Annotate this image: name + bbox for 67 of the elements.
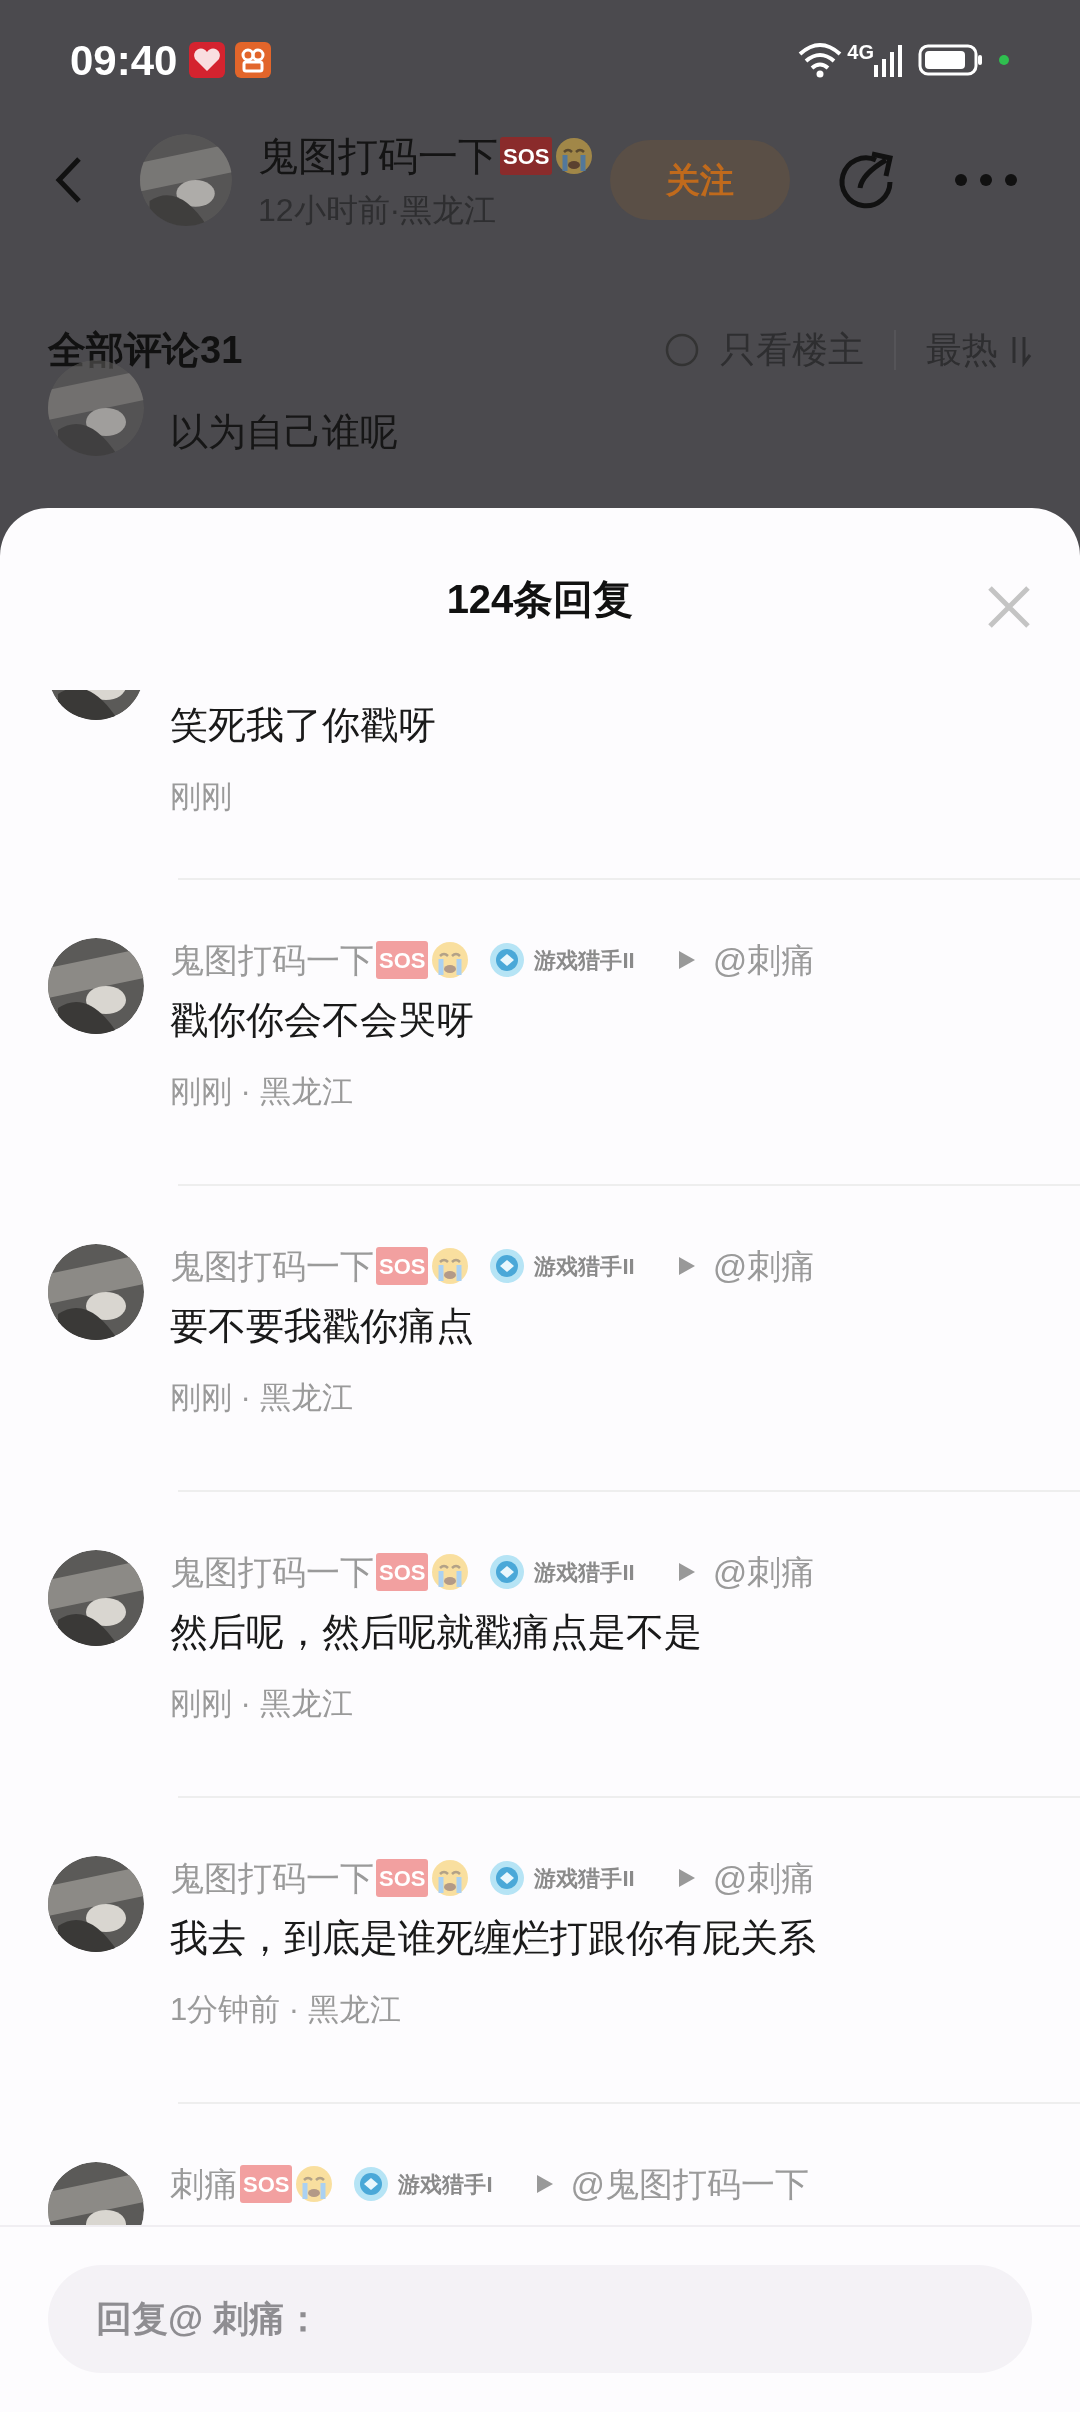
reply-text: 我去，到底是谁死缠烂打跟你有屁关系 [170,1916,816,1961]
level-badge-icon [488,1247,527,1285]
avatar[interactable] [48,938,144,1034]
sos-sign: SOS [376,1247,429,1285]
status-time: 09:40 [70,35,178,86]
reply-meta: 刚刚 [170,778,233,816]
play-triangle-icon [676,1867,697,1889]
crying-face-icon [430,1246,471,1286]
reply-meta: 刚刚 · 黑龙江 [170,1685,354,1723]
play-triangle-icon [676,1561,697,1583]
reply-author[interactable]: 鬼图打码一下 [170,934,374,986]
reply-author[interactable]: 刺痛 [170,2158,238,2210]
reply-text: 戳你你会不会哭呀 [170,998,475,1043]
follow-button[interactable]: 关注 [610,140,791,220]
sos-sign: SOS [240,2165,293,2203]
reply-input[interactable]: 回复@ 刺痛： [48,2265,1032,2373]
reply-target[interactable]: @刺痛 [712,1546,816,1598]
reply-target[interactable]: @刺痛 [712,1240,816,1292]
badge-label: 游戏猎手II [534,1558,635,1587]
badge-label: 游戏猎手I [398,2170,493,2199]
avatar[interactable] [48,1856,144,1952]
level-badge-icon [488,941,527,979]
reply-author[interactable]: 鬼图打码一下 [170,1240,374,1292]
wifi-icon [797,42,844,78]
reply-target[interactable]: @刺痛 [712,934,816,986]
play-triangle-icon [676,1255,697,1277]
radio-button[interactable] [664,332,700,368]
heart-app-icon [189,42,226,78]
play-triangle-icon [676,949,697,971]
crying-face-icon [430,940,471,980]
badge-label: 游戏猎手II [534,946,635,975]
sos-sign: SOS [376,1859,429,1897]
badge-label: 游戏猎手II [534,1252,635,1281]
reply-text: 笑死我了你戳呀 [170,703,436,748]
signal-icon [874,43,904,77]
battery-icon [918,43,984,77]
network-label: 4G [847,42,874,62]
avatar[interactable] [140,134,232,226]
play-triangle-icon [534,2173,555,2195]
reply-text: 然后呢，然后呢就戳痛点是不是 [170,1610,703,1655]
badge-label: 游戏猎手II [534,1864,635,1893]
comments-title: 全部评论31 [48,327,243,373]
reply-author[interactable]: 鬼图打码一下 [170,1546,374,1598]
level-badge-icon [352,2165,391,2203]
reply-target[interactable]: @刺痛 [712,1852,816,1904]
comment-text: 以为自己谁呢 [170,410,398,455]
sos-sign: SOS [500,137,553,175]
crying-face-icon [430,1858,471,1898]
video-app-icon [235,42,272,78]
reply-meta: 刚刚 · 黑龙江 [170,1073,354,1111]
sheet-title: 124条回复 [446,576,634,623]
reply-author[interactable]: 鬼图打码一下 [170,1852,374,1904]
level-badge-icon [488,1553,527,1591]
sos-sign: SOS [376,941,429,979]
status-dot-icon [998,54,1010,66]
reply-text: 要不要我戳你痛点 [170,1304,475,1349]
crying-face-icon [294,2164,335,2204]
sos-sign: SOS [376,1553,429,1591]
crying-face-icon [554,136,595,176]
reply-target[interactable]: @鬼图打码一下 [570,2158,810,2210]
post-author[interactable]: 鬼图打码一下 [258,126,498,186]
level-badge-icon [488,1859,527,1897]
avatar[interactable] [48,1244,144,1340]
crying-face-icon [430,1552,471,1592]
reply-meta: 1分钟前 · 黑龙江 [170,1991,402,2029]
reply-meta: 刚刚 · 黑龙江 [170,1379,354,1417]
avatar[interactable] [48,1550,144,1646]
